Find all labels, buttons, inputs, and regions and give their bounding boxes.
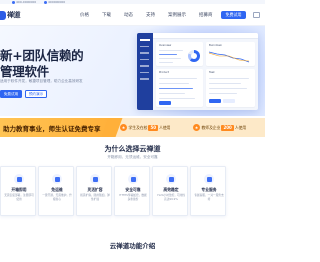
feature-card[interactable]: 灵活扩容 按需扩容，随用随加，弹性扩展 bbox=[76, 166, 112, 216]
dash-save-button bbox=[209, 99, 221, 103]
offer-count: 200 bbox=[221, 124, 234, 131]
site-header: 禅道 价格 下载 动态 支持 案例展示 招募商 免费试用 bbox=[0, 4, 265, 26]
shield-icon bbox=[128, 174, 138, 184]
banner-student-offer: ★ 学生及在校 50 人使用 bbox=[120, 123, 170, 132]
dashboard-card-task: Task bbox=[206, 69, 255, 107]
nav-item-partners[interactable]: 招募商 bbox=[199, 12, 213, 18]
logo-mark-icon bbox=[0, 10, 6, 20]
maintenance-icon bbox=[52, 174, 62, 184]
feature-card[interactable]: 高效稳定 7x24小时监控，可用性高达99.9% bbox=[152, 166, 188, 216]
offer-count: 50 bbox=[148, 124, 159, 131]
scale-icon bbox=[90, 174, 100, 184]
nav-item-pricing[interactable]: 价格 bbox=[80, 12, 89, 18]
offer-suffix: 人使用 bbox=[159, 124, 171, 130]
student-icon: ★ bbox=[120, 124, 127, 131]
feature-card[interactable]: 安全可靠 HTTPS传输加密，数据多重备份 bbox=[114, 166, 150, 216]
main-nav: 价格 下载 动态 支持 案例展示 招募商 bbox=[80, 12, 213, 18]
banner-title: 助力教育事业，师生认证免费专享 bbox=[3, 125, 101, 133]
header-trial-button[interactable]: 免费试用 bbox=[221, 11, 246, 19]
burndown-line-chart bbox=[209, 51, 250, 63]
logo-text: 禅道 bbox=[7, 11, 21, 19]
offer-suffix: 人使用 bbox=[234, 124, 247, 130]
dashboard-card-overview: Overview bbox=[156, 42, 203, 66]
why-section-subtitle: 开箱即用，无须运维，安全可靠 bbox=[107, 155, 158, 159]
monitor-icon bbox=[166, 174, 176, 184]
feature-card[interactable]: 专业服务 专属客服，一对一服务支持 bbox=[190, 166, 226, 216]
donut-chart bbox=[188, 50, 200, 62]
hero-trial-button[interactable]: 免费试用 bbox=[0, 90, 22, 98]
feature-desc: 按需扩容，随用随加，弹性扩展 bbox=[80, 193, 110, 201]
feature-desc: 一键开通，无需维护，升级省心 bbox=[42, 193, 72, 201]
card-title: Product bbox=[159, 71, 169, 74]
hero-demo-button[interactable]: 预约演示 bbox=[25, 90, 47, 98]
offer-prefix: 教师及企业 bbox=[201, 124, 221, 130]
dashboard-preview: Overview Burndown Product Task bbox=[137, 33, 258, 110]
dashboard-card-burndown: Burndown bbox=[206, 42, 255, 66]
dashboard-topbar bbox=[153, 33, 258, 39]
feature-card[interactable]: 免运维 一键开通，无需维护，升级省心 bbox=[38, 166, 74, 216]
feature-desc: 7x24小时监控，可用性高达99.9% bbox=[156, 193, 186, 201]
feature-desc: HTTPS传输加密，数据多重备份 bbox=[119, 193, 147, 201]
banner-teacher-offer: ★ 教师及企业 200 人使用 bbox=[193, 123, 246, 132]
nav-item-cases[interactable]: 案例展示 bbox=[168, 12, 186, 18]
site-logo[interactable]: 禅道 bbox=[0, 10, 21, 20]
offer-prefix: 学生及在校 bbox=[128, 124, 148, 130]
nav-item-download[interactable]: 下载 bbox=[102, 12, 111, 18]
features-intro-title: 云禅道功能介绍 bbox=[109, 242, 156, 250]
dash-confirm-button bbox=[159, 101, 171, 105]
hero-title-line2: 管理软件 bbox=[0, 64, 49, 79]
nav-item-news[interactable]: 动态 bbox=[124, 12, 133, 18]
dash-cancel-button bbox=[223, 99, 235, 103]
feature-cards: 开箱即用 无需安装部署，注册即可使用 免运维 一键开通，无需维护，升级省心 灵活… bbox=[0, 166, 265, 218]
feature-desc: 专属客服，一对一服务支持 bbox=[194, 193, 224, 201]
cloud-icon bbox=[14, 174, 24, 184]
hero-subtitle: 适用于软件开发，敏捷项目管理，助力企业高效研发 bbox=[0, 79, 83, 83]
hero-section: 新+团队信赖的 管理软件 适用于软件开发，敏捷项目管理，助力企业高效研发 免费试… bbox=[0, 26, 265, 116]
feature-card[interactable]: 开箱即用 无需安装部署，注册即可使用 bbox=[0, 166, 36, 216]
card-title: Task bbox=[209, 71, 215, 74]
nav-item-support[interactable]: 支持 bbox=[146, 12, 155, 18]
service-icon bbox=[204, 174, 214, 184]
dashboard-card-product: Product bbox=[156, 69, 203, 107]
why-section-title: 为什么选择云禅道 bbox=[104, 145, 161, 153]
user-icon[interactable] bbox=[253, 12, 260, 18]
card-title: Overview bbox=[159, 44, 172, 47]
education-banner[interactable]: 助力教育事业，师生认证免费专享 ★ 学生及在校 50 人使用 ★ 教师及企业 2… bbox=[0, 118, 265, 137]
card-title: Burndown bbox=[209, 44, 223, 47]
feature-desc: 无需安装部署，注册即可使用 bbox=[4, 193, 34, 201]
teacher-icon: ★ bbox=[193, 124, 200, 131]
dashboard-sidebar bbox=[137, 33, 153, 110]
